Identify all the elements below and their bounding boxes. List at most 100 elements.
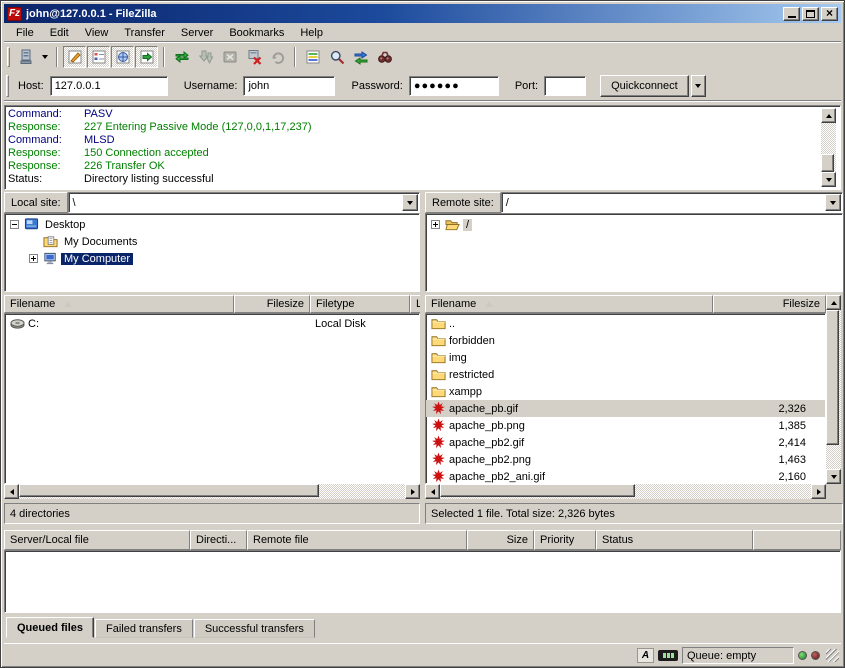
toolbar-separator bbox=[163, 47, 165, 67]
titlebar[interactable]: Fz john@127.0.0.1 - FileZilla × bbox=[4, 4, 841, 23]
quickconnect-dropdown-button[interactable] bbox=[691, 75, 706, 97]
directory-listing-filters-icon bbox=[305, 49, 321, 65]
site-manager-dropdown-button[interactable] bbox=[38, 46, 51, 68]
local-hscrollbar[interactable] bbox=[4, 484, 420, 501]
expand-icon[interactable] bbox=[29, 254, 38, 263]
quickconnect-button[interactable]: Quickconnect bbox=[600, 75, 689, 97]
scrollbar-track[interactable] bbox=[826, 310, 841, 469]
log-line: Response:227 Entering Passive Mode (127,… bbox=[8, 121, 820, 134]
scrollbar-track[interactable] bbox=[821, 123, 836, 172]
queue-column-header-directi[interactable]: Directi... bbox=[190, 530, 247, 550]
scrollbar-thumb[interactable] bbox=[19, 484, 319, 497]
log-line-text: 226 Transfer OK bbox=[84, 160, 165, 173]
remote-file-row-apache-pb2-png[interactable]: apache_pb2.png1,463 bbox=[426, 451, 825, 468]
remote-site-combobox[interactable]: / bbox=[501, 192, 843, 213]
filesize-cell: 2,414 bbox=[714, 434, 810, 451]
maximize-button[interactable] bbox=[802, 7, 819, 21]
scroll-up-button[interactable] bbox=[821, 108, 836, 123]
toolbar bbox=[4, 44, 841, 70]
remote-file-row-xampp[interactable]: xampp bbox=[426, 383, 825, 400]
local-site-dropdown-button[interactable] bbox=[402, 194, 418, 211]
password-input[interactable] bbox=[409, 76, 499, 96]
local-status-bar: 4 directories bbox=[4, 503, 420, 524]
menu-item-transfer[interactable]: Transfer bbox=[116, 25, 173, 41]
log-scrollbar[interactable] bbox=[821, 108, 838, 187]
remote-file-row-restricted[interactable]: restricted bbox=[426, 366, 825, 383]
menu-item-view[interactable]: View bbox=[77, 25, 117, 41]
menu-item-help[interactable]: Help bbox=[292, 25, 331, 41]
tab-successful-transfers[interactable]: Successful transfers bbox=[194, 619, 315, 638]
menu-item-edit[interactable]: Edit bbox=[42, 25, 77, 41]
scrollbar-thumb[interactable] bbox=[821, 154, 834, 172]
queue-column-header-size[interactable]: Size bbox=[467, 530, 534, 550]
close-button[interactable]: × bbox=[821, 7, 838, 21]
resize-grip[interactable] bbox=[826, 649, 839, 662]
scroll-left-button[interactable] bbox=[425, 484, 440, 499]
local-tree-item-my-documents[interactable]: My Documents bbox=[5, 233, 419, 250]
process-queue-button[interactable] bbox=[194, 46, 217, 68]
scroll-right-button[interactable] bbox=[811, 484, 826, 499]
remote-column-header-filename[interactable]: Filename bbox=[425, 295, 713, 313]
collapse-icon[interactable] bbox=[10, 220, 19, 229]
scroll-up-button[interactable] bbox=[826, 295, 841, 310]
remote-file-row-apache-pb2-gif[interactable]: apache_pb2.gif2,414 bbox=[426, 434, 825, 451]
remote-hscrollbar[interactable] bbox=[425, 484, 826, 501]
port-input[interactable] bbox=[544, 76, 586, 96]
queue-column-header-server-local-file[interactable]: Server/Local file bbox=[4, 530, 190, 550]
directory-comparison-button[interactable] bbox=[325, 46, 348, 68]
expand-icon[interactable] bbox=[431, 220, 440, 229]
filename-text: apache_pb2_ani.gif bbox=[449, 471, 545, 483]
reconnect-button[interactable] bbox=[266, 46, 289, 68]
scrollbar-thumb[interactable] bbox=[440, 484, 635, 497]
remote-file-row-apache-pb2-ani-gif[interactable]: apache_pb2_ani.gif2,160 bbox=[426, 468, 825, 484]
remote-tree-item-[interactable]: / bbox=[426, 216, 842, 233]
host-input[interactable] bbox=[50, 76, 168, 96]
remote-column-header-filesize[interactable]: Filesize bbox=[713, 295, 826, 313]
find-files-icon bbox=[377, 49, 393, 65]
menu-item-bookmarks[interactable]: Bookmarks bbox=[221, 25, 292, 41]
queue-column-header-status[interactable]: Status bbox=[596, 530, 753, 550]
local-column-header-filename[interactable]: Filename bbox=[4, 295, 234, 313]
cancel-button[interactable] bbox=[218, 46, 241, 68]
tree-item-label: Desktop bbox=[42, 219, 88, 231]
local-file-row-c[interactable]: C:Local Disk bbox=[5, 315, 419, 332]
local-column-header-filetype[interactable]: Filetype bbox=[310, 295, 410, 313]
toggle-local-tree-button[interactable] bbox=[87, 46, 110, 68]
queue-column-header-priority[interactable]: Priority bbox=[534, 530, 596, 550]
remote-file-row-forbidden[interactable]: forbidden bbox=[426, 332, 825, 349]
menu-item-file[interactable]: File bbox=[8, 25, 42, 41]
find-files-button[interactable] bbox=[373, 46, 396, 68]
synchronized-browsing-button[interactable] bbox=[349, 46, 372, 68]
disconnect-button[interactable] bbox=[242, 46, 265, 68]
minimize-button[interactable] bbox=[783, 7, 800, 21]
menu-item-server[interactable]: Server bbox=[173, 25, 221, 41]
directory-listing-filters-button[interactable] bbox=[301, 46, 324, 68]
scrollbar-thumb[interactable] bbox=[826, 310, 839, 445]
tab-failed-transfers[interactable]: Failed transfers bbox=[95, 619, 193, 638]
toggle-transfer-queue-button[interactable] bbox=[135, 46, 158, 68]
remote-file-row-img[interactable]: img bbox=[426, 349, 825, 366]
remote-file-row-apache-pb-png[interactable]: apache_pb.png1,385 bbox=[426, 417, 825, 434]
scroll-down-button[interactable] bbox=[821, 172, 836, 187]
queue-column-header-remote-file[interactable]: Remote file bbox=[247, 530, 467, 550]
remote-vscrollbar[interactable] bbox=[826, 295, 843, 484]
scrollbar-track[interactable] bbox=[19, 484, 405, 499]
scroll-down-button[interactable] bbox=[826, 469, 841, 484]
local-tree-item-my-computer[interactable]: My Computer bbox=[5, 250, 419, 267]
refresh-button[interactable] bbox=[170, 46, 193, 68]
username-input[interactable] bbox=[243, 76, 335, 96]
local-site-combobox[interactable]: \ bbox=[68, 192, 420, 213]
toggle-remote-tree-button[interactable] bbox=[111, 46, 134, 68]
local-column-header-filesize[interactable]: Filesize bbox=[234, 295, 310, 313]
scroll-right-button[interactable] bbox=[405, 484, 420, 499]
toggle-message-log-button[interactable] bbox=[63, 46, 86, 68]
site-manager-button[interactable] bbox=[14, 46, 37, 68]
scroll-left-button[interactable] bbox=[4, 484, 19, 499]
local-column-header-l[interactable]: L bbox=[410, 295, 420, 313]
remote-file-row-apache-pb-gif[interactable]: apache_pb.gif2,326 bbox=[426, 400, 825, 417]
local-tree-item-desktop[interactable]: Desktop bbox=[5, 216, 419, 233]
remote-file-row-[interactable]: .. bbox=[426, 315, 825, 332]
scrollbar-track[interactable] bbox=[440, 484, 811, 499]
remote-site-dropdown-button[interactable] bbox=[825, 194, 841, 211]
tab-queued-files[interactable]: Queued files bbox=[6, 617, 94, 638]
